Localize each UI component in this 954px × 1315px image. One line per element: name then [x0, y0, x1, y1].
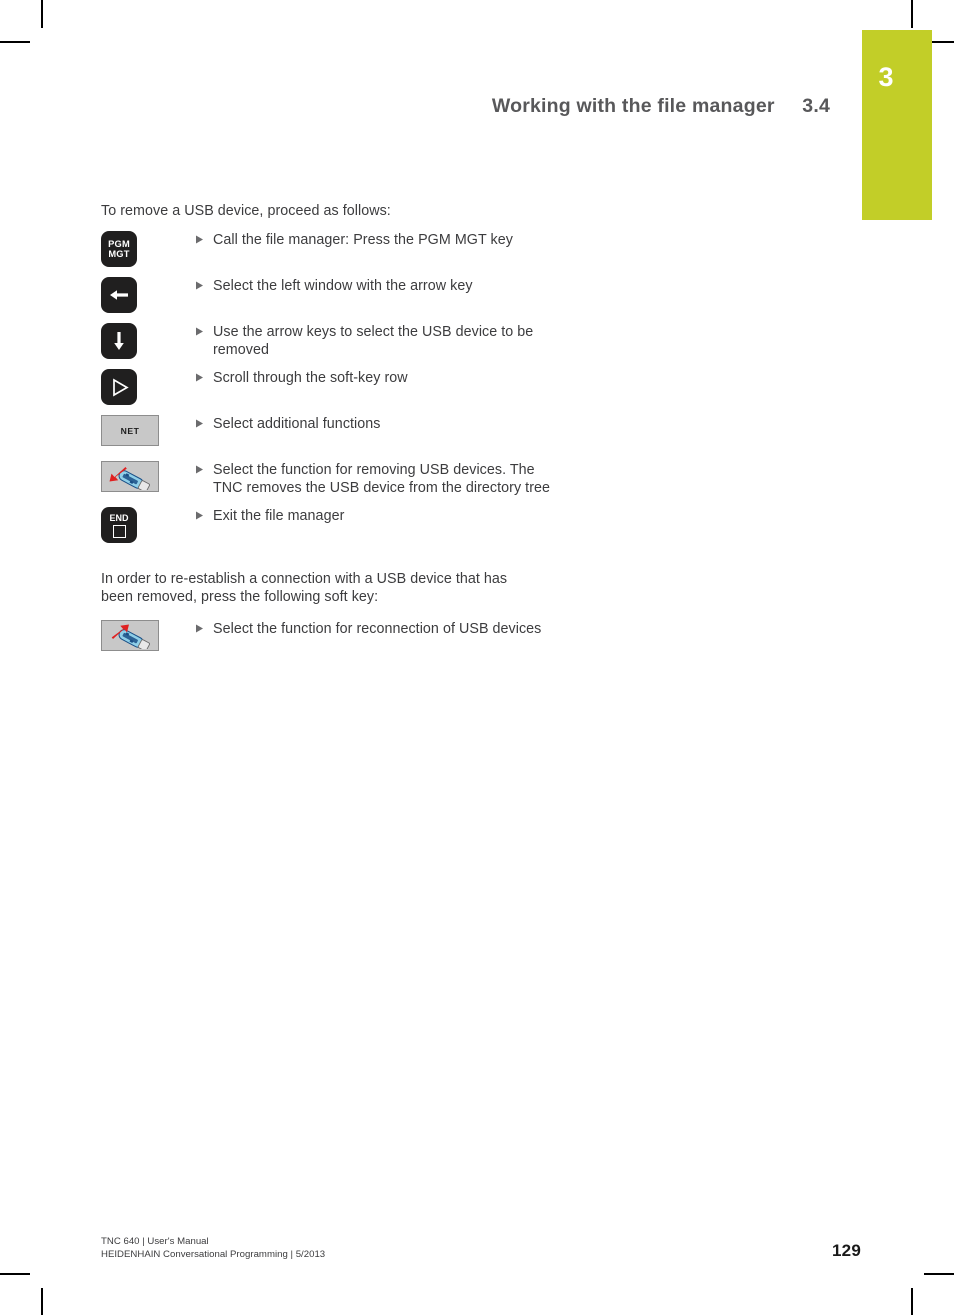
- usb-remove-soft-key-icon[interactable]: [101, 461, 159, 492]
- chapter-number: 3: [878, 62, 894, 92]
- bullet-marker-icon: [195, 276, 213, 290]
- footer-manual-info: TNC 640 | User's Manual HEIDENHAIN Conve…: [101, 1236, 325, 1261]
- step-text: Select the function for reconnection of …: [213, 621, 542, 637]
- soft-key-row-advance-key-icon[interactable]: [101, 369, 137, 405]
- page-content: To remove a USB device, proceed as follo…: [101, 202, 801, 665]
- procedure-step: END Exit the file manager: [101, 506, 801, 546]
- bullet-marker-icon: [195, 230, 213, 244]
- crop-mark-top-left-vertical: [41, 0, 43, 28]
- intro-paragraph: To remove a USB device, proceed as follo…: [101, 203, 391, 219]
- crop-mark-bottom-left-vertical: [41, 1288, 43, 1315]
- end-key-label: END: [109, 512, 129, 523]
- bullet-marker-icon: [195, 368, 213, 382]
- end-key-square-glyph: [112, 524, 126, 538]
- crop-mark-bottom-right-horizontal: [924, 1273, 954, 1275]
- footer-line-2: HEIDENHAIN Conversational Programming | …: [101, 1248, 326, 1260]
- chapter-tab: 3: [862, 30, 932, 220]
- crop-mark-bottom-right-vertical: [911, 1288, 913, 1315]
- crop-mark-bottom-left-horizontal: [0, 1273, 30, 1275]
- step-icon-cell: PGM MGT: [101, 230, 195, 267]
- pgm-mgt-key-line-1: PGM: [108, 238, 130, 249]
- procedure-step: NET Select additional functions: [101, 414, 801, 454]
- bullet-marker-icon: [195, 619, 213, 633]
- step-text: Select additional functions: [213, 416, 381, 432]
- page-header-title: Working with the file manager: [491, 95, 775, 117]
- bullet-marker-icon: [195, 460, 213, 474]
- page-header: Working with the file manager 3.4: [0, 95, 830, 118]
- net-soft-key-icon[interactable]: NET: [101, 415, 159, 446]
- procedure-step: Select the left window with the arrow ke…: [101, 276, 801, 316]
- step-icon-cell: [101, 460, 195, 492]
- crop-mark-top-right-vertical: [911, 0, 913, 28]
- bullet-marker-icon: [195, 322, 213, 336]
- step-text: Select the left window with the arrow ke…: [213, 278, 473, 294]
- procedure-step: Scroll through the soft-key row: [101, 368, 801, 408]
- step-icon-cell: [101, 322, 195, 359]
- arrow-left-key-icon[interactable]: [101, 277, 137, 313]
- step-text: Use the arrow keys to select the USB dev…: [213, 324, 534, 358]
- arrow-down-key-icon[interactable]: [101, 323, 137, 359]
- step-icon-cell: [101, 619, 195, 651]
- step-text: Select the function for removing USB dev…: [213, 462, 551, 496]
- step-text: Scroll through the soft-key row: [213, 370, 408, 386]
- step-text: Exit the file manager: [213, 508, 345, 524]
- step-icon-cell: NET: [101, 414, 195, 446]
- reconnect-intro-paragraph: In order to re-establish a connection wi…: [101, 571, 508, 605]
- bullet-marker-icon: [195, 414, 213, 428]
- page-number: 129: [832, 1241, 861, 1261]
- net-soft-key-label: NET: [120, 425, 140, 436]
- step-icon-cell: END: [101, 506, 195, 543]
- footer-line-1: TNC 640 | User's Manual: [101, 1236, 209, 1247]
- procedure-step: PGM MGT Call the file manager: Press the…: [101, 230, 801, 270]
- step-icon-cell: [101, 368, 195, 405]
- pgm-mgt-key-line-2: MGT: [108, 249, 130, 259]
- usb-reconnect-soft-key-icon[interactable]: [101, 620, 159, 651]
- procedure-step: Use the arrow keys to select the USB dev…: [101, 322, 801, 362]
- bullet-marker-icon: [195, 506, 213, 520]
- page-header-section-number: 3.4: [802, 95, 830, 117]
- end-key-icon[interactable]: END: [101, 507, 137, 543]
- procedure-step: Select the function for reconnection of …: [101, 619, 801, 659]
- pgm-mgt-key-icon[interactable]: PGM MGT: [101, 231, 137, 267]
- step-icon-cell: [101, 276, 195, 313]
- page-footer: TNC 640 | User's Manual HEIDENHAIN Conve…: [101, 1236, 861, 1261]
- procedure-step: Select the function for removing USB dev…: [101, 460, 801, 500]
- step-text: Call the file manager: Press the PGM MGT…: [213, 232, 513, 248]
- crop-mark-top-left-horizontal: [0, 41, 30, 43]
